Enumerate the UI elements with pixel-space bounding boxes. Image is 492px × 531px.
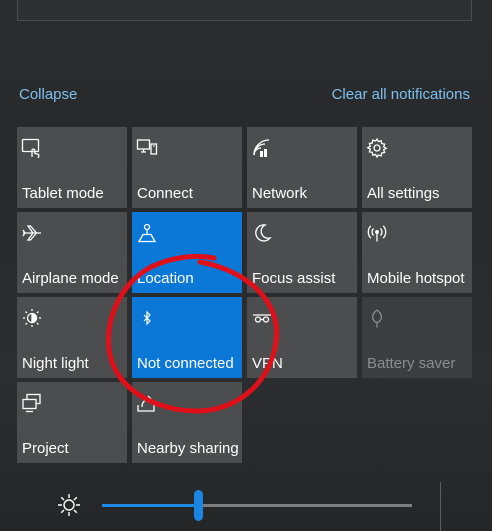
tile-label: Connect (137, 185, 193, 202)
tile-network[interactable]: Network (247, 127, 357, 208)
airplane-icon (21, 222, 43, 244)
tile-label: Project (22, 440, 69, 457)
tablet-mode-icon (21, 137, 43, 159)
tile-tablet-mode[interactable]: Tablet mode (17, 127, 127, 208)
tile-label: Nearby sharing (137, 440, 239, 457)
tile-mobile-hotspot[interactable]: Mobile hotspot (362, 212, 472, 293)
tile-label: Battery saver (367, 355, 456, 372)
tile-location[interactable]: Location (132, 212, 242, 293)
tile-project[interactable]: Project (17, 382, 127, 463)
tile-connect[interactable]: Connect (132, 127, 242, 208)
hotspot-icon (366, 222, 388, 244)
gear-icon (366, 137, 388, 159)
tile-label: Not connected (137, 355, 234, 372)
brightness-slider[interactable] (102, 490, 412, 521)
tile-vpn[interactable]: VPN (247, 297, 357, 378)
project-icon (21, 392, 43, 414)
tile-night-light[interactable]: Night light (17, 297, 127, 378)
brightness-icon (56, 492, 82, 518)
tile-label: Focus assist (252, 270, 336, 287)
notification-panel-edge (17, 0, 472, 21)
tile-airplane-mode[interactable]: Airplane mode (17, 212, 127, 293)
battery-saver-icon (366, 307, 388, 329)
location-icon (136, 222, 158, 244)
brightness-slider-thumb[interactable] (194, 490, 204, 521)
collapse-link[interactable]: Collapse (19, 86, 77, 103)
network-icon (251, 137, 273, 159)
tile-label: Tablet mode (22, 185, 104, 202)
tile-label: VPN (252, 355, 283, 372)
brightness-slider-fill (102, 504, 199, 507)
tile-label: Mobile hotspot (367, 270, 465, 287)
tile-label: Airplane mode (22, 270, 119, 287)
tile-label: Night light (22, 355, 89, 372)
tile-bluetooth[interactable]: Not connected (132, 297, 242, 378)
bluetooth-icon (136, 307, 158, 329)
tile-all-settings[interactable]: All settings (362, 127, 472, 208)
tile-label: All settings (367, 185, 440, 202)
night-light-icon (21, 307, 43, 329)
clear-all-notifications-link[interactable]: Clear all notifications (332, 86, 470, 103)
moon-icon (251, 222, 273, 244)
tile-nearby-sharing[interactable]: Nearby sharing (132, 382, 242, 463)
vpn-icon (251, 307, 273, 329)
tile-label: Location (137, 270, 194, 287)
nearby-sharing-icon (136, 392, 158, 414)
tile-focus-assist[interactable]: Focus assist (247, 212, 357, 293)
tile-label: Network (252, 185, 308, 202)
tile-battery-saver: Battery saver (362, 297, 472, 378)
panel-divider (440, 482, 441, 531)
connect-icon (136, 137, 158, 159)
